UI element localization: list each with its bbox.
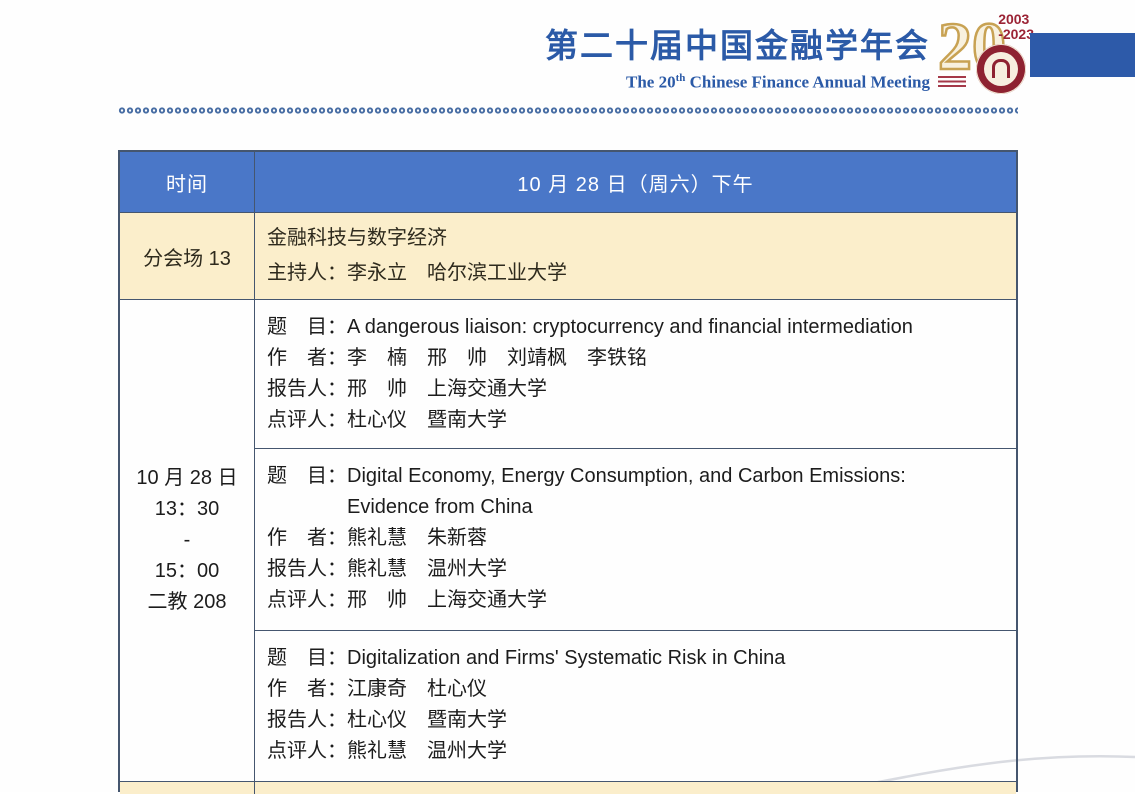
session-room-label: 分会场 13 xyxy=(120,213,255,300)
paper-title: Digital Economy, Energy Consumption, and… xyxy=(347,461,1006,523)
discussant-label: 点评人： xyxy=(267,736,347,767)
page-header-title: 第二十届中国金融学年会 The 20th Chinese Finance Ann… xyxy=(545,28,930,93)
presenter-label: 报告人： xyxy=(267,554,347,585)
conference-title-cn: 第二十届中国金融学年会 xyxy=(545,28,930,66)
logo-seal-emblem xyxy=(992,59,1010,78)
title-label: 题 目： xyxy=(267,461,347,523)
authors-label: 作 者： xyxy=(267,343,347,374)
session-topic: 金融科技与数字经济 xyxy=(267,221,1016,256)
column-header-date: 10 月 28 日（周六）下午 xyxy=(255,152,1016,213)
time-slot-date: 10 月 28 日 xyxy=(136,463,237,494)
session-info-cell: 金融科技与数字经济 主持人：李永立 哈尔滨工业大学 xyxy=(255,213,1016,300)
chain-separator xyxy=(118,105,1018,116)
paper-title-line: 题 目： A dangerous liaison: cryptocurrency… xyxy=(267,312,1006,343)
paper-discussant-line: 点评人： 邢 帅 上海交通大学 xyxy=(267,585,1006,616)
time-slot-dash: - xyxy=(184,525,191,556)
title-en-suffix: Chinese Finance Annual Meeting xyxy=(685,73,930,92)
conference-program-page: 第二十届中国金融学年会 The 20th Chinese Finance Ann… xyxy=(0,0,1135,792)
paper-title: Digitalization and Firms' Systematic Ris… xyxy=(347,643,1006,674)
header-accent-bar xyxy=(1030,33,1135,77)
logo-years-label: 2003 -2023 xyxy=(998,12,1034,42)
authors-label: 作 者： xyxy=(267,674,347,705)
paper-item: 题 目： Digital Economy, Energy Consumption… xyxy=(255,449,1016,632)
time-slot-start: 13：30 xyxy=(155,494,220,525)
paper-presenter: 邢 帅 上海交通大学 xyxy=(347,374,1006,405)
paper-presenter-line: 报告人： 邢 帅 上海交通大学 xyxy=(267,374,1006,405)
paper-presenter: 杜心仪 暨南大学 xyxy=(347,705,1006,736)
title-label: 题 目： xyxy=(267,643,347,674)
discussant-label: 点评人： xyxy=(267,585,347,616)
paper-authors-line: 作 者： 熊礼慧 朱新蓉 xyxy=(267,523,1006,554)
logo-micro-text xyxy=(938,76,966,88)
paper-discussant-line: 点评人： 杜心仪 暨南大学 xyxy=(267,405,1006,436)
paper-authors: 江康奇 杜心仪 xyxy=(347,674,1006,705)
next-session-row-clipped xyxy=(120,782,255,794)
paper-authors-line: 作 者： 李 楠 邢 帅 刘靖枫 李铁铭 xyxy=(267,343,1006,374)
paper-discussant-line: 点评人： 熊礼慧 温州大学 xyxy=(267,736,1006,767)
paper-authors-line: 作 者： 江康奇 杜心仪 xyxy=(267,674,1006,705)
title-label: 题 目： xyxy=(267,312,347,343)
paper-title-text: A dangerous liaison: cryptocurrency and … xyxy=(347,316,913,338)
time-slot-end: 15：00 xyxy=(155,556,220,587)
paper-authors: 李 楠 邢 帅 刘靖枫 李铁铭 xyxy=(347,343,1006,374)
time-slot-room: 二教 208 xyxy=(148,587,227,618)
session-host: 主持人：李永立 哈尔滨工业大学 xyxy=(267,256,1016,291)
paper-item: 题 目： A dangerous liaison: cryptocurrency… xyxy=(255,300,1016,449)
paper-title-line: 题 目： Digital Economy, Energy Consumption… xyxy=(267,461,1006,523)
conference-title-en: The 20th Chinese Finance Annual Meeting xyxy=(545,68,930,93)
presenter-label: 报告人： xyxy=(267,705,347,736)
title-en-prefix: The 20 xyxy=(626,73,676,92)
paper-title-text: Digital Economy, Energy Consumption, and… xyxy=(347,465,906,487)
paper-presenter-line: 报告人： 杜心仪 暨南大学 xyxy=(267,705,1006,736)
paper-item: 题 目： Digitalization and Firms' Systemati… xyxy=(255,631,1016,781)
paper-discussant: 杜心仪 暨南大学 xyxy=(347,405,1006,436)
paper-discussant: 邢 帅 上海交通大学 xyxy=(347,585,1006,616)
next-session-row-clipped xyxy=(255,782,1016,794)
paper-presenter-line: 报告人： 熊礼慧 温州大学 xyxy=(267,554,1006,585)
discussant-label: 点评人： xyxy=(267,405,347,436)
presenter-label: 报告人： xyxy=(267,374,347,405)
logo-seal-icon xyxy=(976,44,1026,94)
paper-title-text: Digitalization and Firms' Systematic Ris… xyxy=(347,647,785,669)
paper-title: A dangerous liaison: cryptocurrency and … xyxy=(347,312,1006,343)
title-en-ordinal: th xyxy=(676,72,686,84)
paper-authors: 熊礼慧 朱新蓉 xyxy=(347,523,1006,554)
schedule-table: 时间 10 月 28 日（周六）下午 分会场 13 金融科技与数字经济 主持人：… xyxy=(118,150,1018,792)
paper-presenter: 熊礼慧 温州大学 xyxy=(347,554,1006,585)
anniversary-logo: 20 2003 -2023 xyxy=(938,10,1032,100)
paper-title-line: 题 目： Digitalization and Firms' Systemati… xyxy=(267,643,1006,674)
papers-column: 题 目： A dangerous liaison: cryptocurrency… xyxy=(255,300,1016,782)
logo-seal-ring xyxy=(984,52,1018,86)
column-header-time: 时间 xyxy=(120,152,255,213)
authors-label: 作 者： xyxy=(267,523,347,554)
time-slot-cell: 10 月 28 日 13：30 - 15：00 二教 208 xyxy=(120,300,255,782)
paper-title-text-line2: Evidence from China xyxy=(347,492,1006,523)
paper-discussant: 熊礼慧 温州大学 xyxy=(347,736,1006,767)
